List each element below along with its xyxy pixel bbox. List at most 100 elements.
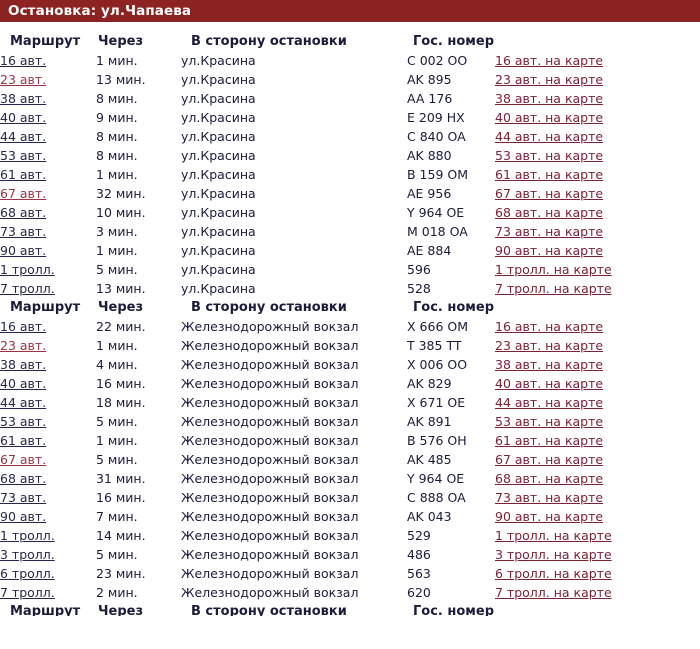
table-row: 90 авт. 7 мин. Железнодорожный вокзал AK 04… (0, 507, 700, 526)
route-link[interactable]: 16 авт. (0, 319, 46, 334)
route-link[interactable]: 7 тролл. (0, 281, 55, 296)
cell-map-link: 53 авт. на карте (495, 146, 700, 165)
cell-arrives-in: 3 мин. (96, 224, 138, 239)
route-link[interactable]: 16 авт. (0, 53, 46, 68)
column-header-route: Маршрут (10, 34, 81, 49)
column-header-in: Через (98, 604, 143, 616)
table-row: 67 авт. 32 мин. ул.Красина AE 956 67 авт. на… (0, 184, 700, 203)
cell-map-link: 38 авт. на карте (495, 89, 700, 108)
show-on-map-link[interactable]: 16 авт. на карте (495, 319, 603, 334)
route-link[interactable]: 7 тролл. (0, 585, 55, 600)
show-on-map-link[interactable]: 1 тролл. на карте (495, 528, 612, 543)
route-link[interactable]: 44 авт. (0, 129, 46, 144)
show-on-map-link[interactable]: 68 авт. на карте (495, 471, 603, 486)
cell-plate-number: E 209 HX (407, 110, 465, 125)
show-on-map-link[interactable]: 7 тролл. на карте (495, 585, 612, 600)
show-on-map-link[interactable]: 53 авт. на карте (495, 148, 603, 163)
route-link[interactable]: 23 авт. (0, 72, 46, 87)
cell-route: 7 тролл. (0, 279, 96, 298)
cell-direction: Железнодорожный вокзал (181, 376, 359, 391)
route-link[interactable]: 61 авт. (0, 167, 46, 182)
show-on-map-link[interactable]: 44 авт. на карте (495, 395, 603, 410)
route-link[interactable]: 53 авт. (0, 148, 46, 163)
show-on-map-link[interactable]: 67 авт. на карте (495, 186, 603, 201)
show-on-map-link[interactable]: 38 авт. на карте (495, 357, 603, 372)
show-on-map-link[interactable]: 40 авт. на карте (495, 110, 603, 125)
cell-direction: Железнодорожный вокзал (181, 357, 359, 372)
show-on-map-link[interactable]: 68 авт. на карте (495, 205, 603, 220)
cell-map-link: 68 авт. на карте (495, 469, 700, 488)
cell-map-link: 1 тролл. на карте (495, 260, 700, 279)
cell-plate-number: 596 (407, 262, 431, 277)
show-on-map-link[interactable]: 7 тролл. на карте (495, 281, 612, 296)
show-on-map-link[interactable]: 73 авт. на карте (495, 224, 603, 239)
table-row: 7 тролл. 13 мин. ул.Красина 528 7 тролл. на … (0, 279, 700, 298)
route-link[interactable]: 40 авт. (0, 110, 46, 125)
show-on-map-link[interactable]: 23 авт. на карте (495, 338, 603, 353)
cell-arrives-in: 23 мин. (96, 566, 146, 581)
show-on-map-link[interactable]: 3 тролл. на карте (495, 547, 612, 562)
route-link[interactable]: 73 авт. (0, 224, 46, 239)
show-on-map-link[interactable]: 1 тролл. на карте (495, 262, 612, 277)
show-on-map-link[interactable]: 16 авт. на карте (495, 53, 603, 68)
route-link[interactable]: 3 тролл. (0, 547, 55, 562)
route-link[interactable]: 68 авт. (0, 205, 46, 220)
schedule-table: Маршрут Через В сторону остановки Гос. номе… (0, 602, 700, 616)
route-link[interactable]: 67 авт. (0, 452, 46, 467)
show-on-map-link[interactable]: 67 авт. на карте (495, 452, 603, 467)
cell-route: 61 авт. (0, 431, 96, 450)
route-link[interactable]: 90 авт. (0, 509, 46, 524)
cell-plate-number: M 018 OA (407, 224, 468, 239)
cell-plate-number: X 671 OE (407, 395, 466, 410)
route-link[interactable]: 23 авт. (0, 338, 46, 353)
route-link[interactable]: 1 тролл. (0, 262, 55, 277)
cell-route: 1 тролл. (0, 526, 96, 545)
cell-route: 7 тролл. (0, 583, 96, 602)
route-link[interactable]: 90 авт. (0, 243, 46, 258)
column-header-route: Маршрут (10, 300, 81, 315)
cell-map-link: 61 авт. на карте (495, 165, 700, 184)
cell-plate-number: C 888 OA (407, 490, 466, 505)
route-link[interactable]: 38 авт. (0, 357, 46, 372)
route-link[interactable]: 61 авт. (0, 433, 46, 448)
cell-route: 68 авт. (0, 469, 96, 488)
show-on-map-link[interactable]: 6 тролл. на карте (495, 566, 612, 581)
cell-arrives-in: 13 мин. (96, 281, 146, 296)
cell-map-link: 67 авт. на карте (495, 184, 700, 203)
table-row: 16 авт. 1 мин. ул.Красина C 002 OO 16 авт. н… (0, 51, 700, 70)
table-row: 38 авт. 4 мин. Железнодорожный вокзал X 006… (0, 355, 700, 374)
show-on-map-link[interactable]: 44 авт. на карте (495, 129, 603, 144)
route-link[interactable]: 6 тролл. (0, 566, 55, 581)
cell-plate-number: Y 964 OE (407, 205, 465, 220)
cell-route: 23 авт. (0, 336, 96, 355)
cell-map-link: 7 тролл. на карте (495, 279, 700, 298)
show-on-map-link[interactable]: 61 авт. на карте (495, 167, 603, 182)
column-header-direction: В сторону остановки (191, 604, 347, 616)
show-on-map-link[interactable]: 73 авт. на карте (495, 490, 603, 505)
cell-direction: Железнодорожный вокзал (181, 319, 359, 334)
column-header-plate: Гос. номер (413, 604, 495, 616)
route-link[interactable]: 68 авт. (0, 471, 46, 486)
show-on-map-link[interactable]: 53 авт. на карте (495, 414, 603, 429)
show-on-map-link[interactable]: 23 авт. на карте (495, 72, 603, 87)
show-on-map-link[interactable]: 90 авт. на карте (495, 509, 603, 524)
route-link[interactable]: 73 авт. (0, 490, 46, 505)
route-link[interactable]: 38 авт. (0, 91, 46, 106)
cell-direction: Железнодорожный вокзал (181, 395, 359, 410)
route-link[interactable]: 67 авт. (0, 186, 46, 201)
show-on-map-link[interactable]: 38 авт. на карте (495, 91, 603, 106)
route-link[interactable]: 1 тролл. (0, 528, 55, 543)
show-on-map-link[interactable]: 90 авт. на карте (495, 243, 603, 258)
column-header-in: Через (98, 300, 143, 315)
route-link[interactable]: 53 авт. (0, 414, 46, 429)
show-on-map-link[interactable]: 40 авт. на карте (495, 376, 603, 391)
show-on-map-link[interactable]: 61 авт. на карте (495, 433, 603, 448)
cell-direction: ул.Красина (181, 148, 256, 163)
cell-map-link: 23 авт. на карте (495, 336, 700, 355)
cell-map-link: 44 авт. на карте (495, 393, 700, 412)
table-row: 23 авт. 13 мин. ул.Красина AK 895 23 авт. на… (0, 70, 700, 89)
route-link[interactable]: 44 авт. (0, 395, 46, 410)
cell-arrives-in: 31 мин. (96, 471, 146, 486)
route-link[interactable]: 40 авт. (0, 376, 46, 391)
cell-arrives-in: 16 мин. (96, 376, 146, 391)
